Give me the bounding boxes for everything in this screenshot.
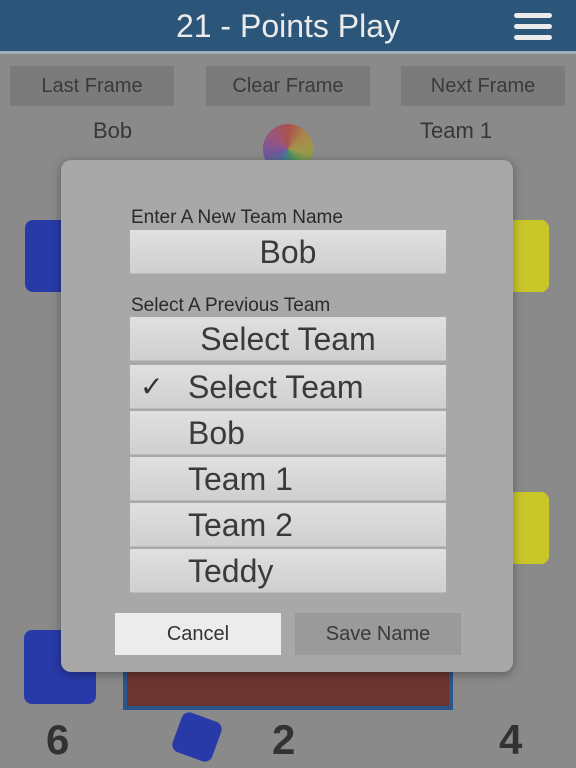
new-team-label: Enter A New Team Name	[131, 207, 343, 228]
team-option-label: Teddy	[188, 553, 274, 589]
team-option[interactable]: ✓ Select Team	[130, 365, 446, 409]
team-option-label: Team 1	[188, 461, 293, 497]
cancel-button[interactable]: Cancel	[115, 613, 281, 655]
team-option-label: Team 2	[188, 507, 293, 543]
team-option[interactable]: Team 2	[130, 503, 446, 547]
team-option-label: Bob	[188, 415, 245, 451]
team-name-dialog: Enter A New Team Name Bob Select A Previ…	[61, 160, 513, 672]
team-option-label: Select Team	[188, 369, 364, 405]
checkmark-icon: ✓	[140, 371, 164, 402]
team-option[interactable]: Bob	[130, 411, 446, 455]
team-select[interactable]: Select Team	[130, 317, 446, 361]
save-name-button[interactable]: Save Name	[295, 613, 461, 655]
team-name-input[interactable]: Bob	[130, 230, 446, 274]
previous-team-label: Select A Previous Team	[131, 295, 331, 316]
team-option[interactable]: Teddy	[130, 549, 446, 593]
team-option[interactable]: Team 1	[130, 457, 446, 501]
